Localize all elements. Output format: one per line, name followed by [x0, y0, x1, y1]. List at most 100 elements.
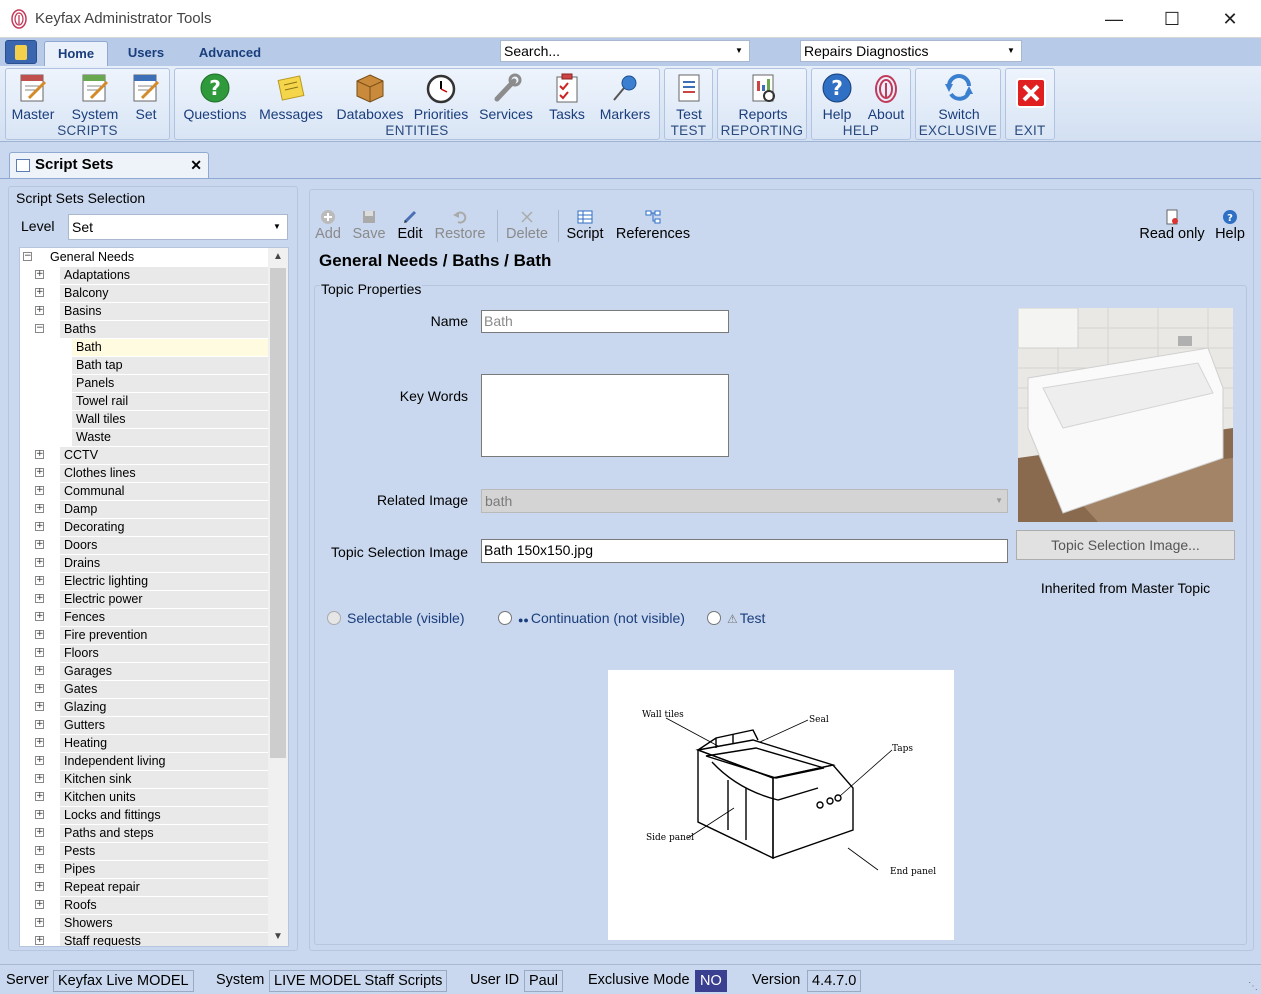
chevron-down-icon[interactable]: ▼	[729, 41, 749, 61]
expand-icon[interactable]: +	[35, 594, 44, 603]
markers-button[interactable]: Markers	[599, 71, 651, 122]
chevron-down-icon[interactable]: ▼	[1001, 41, 1021, 61]
continuation-radio[interactable]: ●● Continuation (not visible)	[498, 610, 685, 626]
tree-item[interactable]: + Basins	[20, 302, 268, 320]
delete-button[interactable]: Delete	[505, 206, 549, 246]
tree-item[interactable]: + Balcony	[20, 284, 268, 302]
tree-item[interactable]: + Fences	[20, 608, 268, 626]
master-button[interactable]: Master	[10, 71, 56, 122]
tree-item[interactable]: + Garages	[20, 662, 268, 680]
close-window-button[interactable]: ✕	[1201, 0, 1259, 38]
expand-icon[interactable]: +	[35, 882, 44, 891]
related-image-select[interactable]: bath ▼	[481, 489, 1008, 513]
script-tree[interactable]: − General Needs + Adaptations + Balcony + Bas…	[19, 247, 289, 947]
expand-icon[interactable]: +	[35, 936, 44, 945]
help-button[interactable]: ? Help	[818, 71, 856, 122]
expand-icon[interactable]: +	[35, 702, 44, 711]
tree-item[interactable]: + Glazing	[20, 698, 268, 716]
minimize-button[interactable]: —	[1085, 0, 1143, 38]
toolbar-help-button[interactable]: ? Help	[1214, 206, 1246, 246]
tree-item[interactable]: + Gates	[20, 680, 268, 698]
expand-icon[interactable]: +	[35, 576, 44, 585]
expand-icon[interactable]: +	[35, 756, 44, 765]
topic-selection-image-button[interactable]: Topic Selection Image...	[1016, 530, 1235, 560]
close-tab-icon[interactable]: ✕	[190, 157, 202, 174]
exit-button[interactable]	[1011, 71, 1051, 121]
expand-icon[interactable]: +	[35, 792, 44, 801]
references-button[interactable]: References	[616, 206, 690, 246]
priorities-button[interactable]: Priorities	[414, 71, 468, 122]
group-label-exit[interactable]: EXIT	[1006, 123, 1054, 138]
tree-item[interactable]: + Adaptations	[20, 266, 268, 284]
databoxes-button[interactable]: Databoxes	[337, 71, 403, 122]
system-button[interactable]: System	[70, 71, 120, 122]
tree-item[interactable]: + Kitchen sink	[20, 770, 268, 788]
tree-child-item[interactable]: Towel rail	[20, 392, 268, 410]
read-only-button[interactable]: Read only	[1139, 206, 1205, 246]
save-button[interactable]: Save	[352, 206, 386, 246]
tree-item[interactable]: + Kitchen units	[20, 788, 268, 806]
reports-button[interactable]: Reports	[738, 71, 788, 122]
tree-item[interactable]: + Showers	[20, 914, 268, 932]
expand-icon[interactable]: +	[35, 270, 44, 279]
tree-item[interactable]: + Fire prevention	[20, 626, 268, 644]
expand-icon[interactable]: +	[35, 864, 44, 873]
tree-item[interactable]: + Electric power	[20, 590, 268, 608]
selection-image-field[interactable]: Bath 150x150.jpg	[481, 539, 1008, 563]
tree-item[interactable]: + Clothes lines	[20, 464, 268, 482]
expand-icon[interactable]: +	[35, 522, 44, 531]
expand-icon[interactable]: +	[35, 774, 44, 783]
services-button[interactable]: Services	[479, 71, 533, 122]
test-radio[interactable]: ⚠ Test	[707, 610, 765, 626]
add-button[interactable]: Add	[314, 206, 342, 246]
tree-item[interactable]: + Heating	[20, 734, 268, 752]
expand-icon[interactable]: +	[35, 900, 44, 909]
tree-item[interactable]: − Baths	[20, 320, 268, 338]
tree-item[interactable]: + Drains	[20, 554, 268, 572]
tree-item[interactable]: + Doors	[20, 536, 268, 554]
tab-advanced[interactable]: Advanced	[188, 41, 272, 66]
tree-child-item[interactable]: Wall tiles	[20, 410, 268, 428]
context-select[interactable]: Repairs Diagnostics ▼	[800, 40, 1022, 62]
collapse-icon[interactable]: −	[23, 252, 32, 261]
tree-root-row[interactable]: − General Needs	[20, 248, 268, 266]
tree-item[interactable]: + Decorating	[20, 518, 268, 536]
search-input[interactable]: Search... ▼	[500, 40, 750, 62]
expand-icon[interactable]: +	[35, 486, 44, 495]
tree-item[interactable]: + Locks and fittings	[20, 806, 268, 824]
tree-item[interactable]: + Floors	[20, 644, 268, 662]
tab-home[interactable]: Home	[44, 41, 108, 66]
tree-scrollbar[interactable]: ▲ ▼	[268, 248, 288, 946]
expand-icon[interactable]: +	[35, 810, 44, 819]
name-field[interactable]: Bath	[481, 310, 729, 333]
level-select[interactable]: Set ▼	[68, 214, 288, 240]
tab-users[interactable]: Users	[116, 41, 176, 66]
app-menu-button[interactable]	[5, 40, 37, 64]
tree-item[interactable]: + CCTV	[20, 446, 268, 464]
expand-icon[interactable]: +	[35, 738, 44, 747]
collapse-icon[interactable]: −	[35, 324, 44, 333]
tree-item[interactable]: + Repeat repair	[20, 878, 268, 896]
tree-item[interactable]: + Electric lighting	[20, 572, 268, 590]
expand-icon[interactable]: +	[35, 720, 44, 729]
expand-icon[interactable]: +	[35, 306, 44, 315]
maximize-button[interactable]: ☐	[1143, 0, 1201, 38]
tree-child-item[interactable]: Panels	[20, 374, 268, 392]
selectable-visible-radio[interactable]: Selectable (visible)	[327, 610, 465, 626]
scroll-down-icon[interactable]: ▼	[268, 928, 288, 946]
expand-icon[interactable]: +	[35, 504, 44, 513]
switch-button[interactable]: Switch	[936, 71, 982, 122]
tree-child-item[interactable]: Bath tap	[20, 356, 268, 374]
tree-item[interactable]: + Damp	[20, 500, 268, 518]
tree-item[interactable]: + Gutters	[20, 716, 268, 734]
doc-tab-script-sets[interactable]: Script Sets ✕	[9, 152, 209, 178]
expand-icon[interactable]: +	[35, 450, 44, 459]
questions-button[interactable]: ? Questions	[183, 71, 247, 122]
expand-icon[interactable]: +	[35, 468, 44, 477]
expand-icon[interactable]: +	[35, 846, 44, 855]
messages-button[interactable]: Messages	[259, 71, 323, 122]
expand-icon[interactable]: +	[35, 558, 44, 567]
tree-item[interactable]: + Pests	[20, 842, 268, 860]
expand-icon[interactable]: +	[35, 288, 44, 297]
expand-icon[interactable]: +	[35, 684, 44, 693]
